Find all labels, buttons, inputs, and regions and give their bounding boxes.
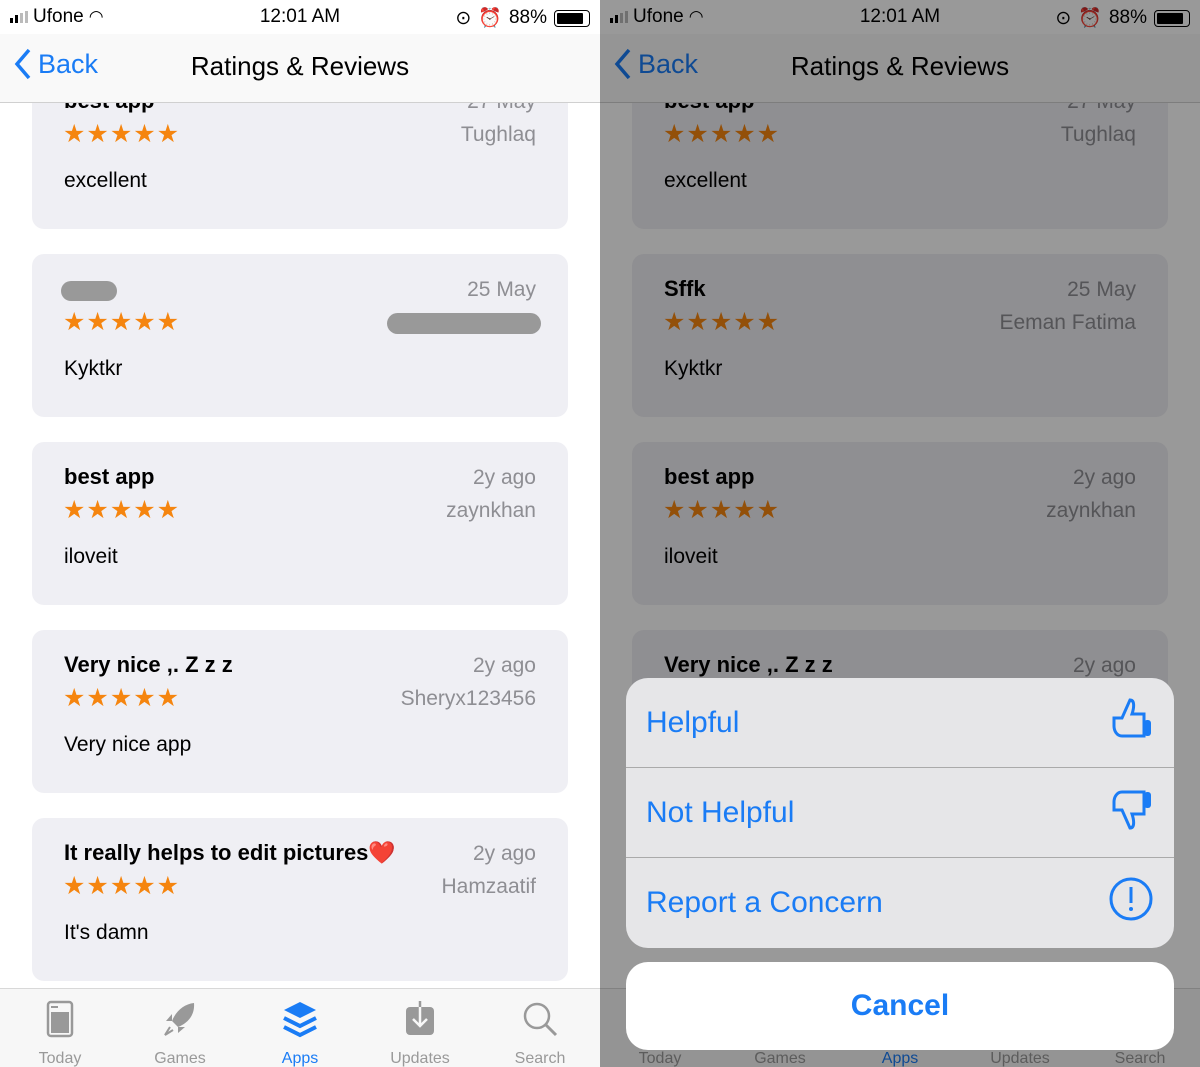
tab-today[interactable]: Today — [0, 989, 120, 1067]
tab-label: Search — [514, 1050, 566, 1067]
nav-bar: Back Ratings & Reviews — [0, 34, 600, 103]
action-label: Not Helpful — [646, 795, 795, 829]
review-card[interactable]: best app 27 May Tughlaq ★★★★★ excellent — [32, 103, 568, 229]
review-author: zaynkhan — [446, 499, 536, 522]
battery-percent: 88% — [508, 7, 547, 28]
apps-stack-icon — [280, 999, 320, 1050]
thumbs-up-icon — [1108, 696, 1154, 750]
today-icon — [40, 999, 80, 1050]
action-helpful[interactable]: Helpful — [626, 678, 1174, 768]
review-card[interactable]: best app 2y ago zaynkhan ★★★★★ iloveit — [32, 442, 568, 605]
search-icon — [520, 999, 560, 1050]
review-date: 2y ago — [472, 654, 536, 677]
review-author: Hamzaatif — [441, 875, 536, 898]
action-label: Report a Concern — [646, 886, 883, 919]
tab-games[interactable]: Games — [120, 989, 240, 1067]
download-icon — [400, 999, 440, 1050]
tab-label: Games — [154, 1050, 206, 1067]
review-body: Kyktkr — [64, 357, 123, 380]
star-rating: ★★★★★ — [63, 872, 181, 900]
left-screen: Ufone ◠ 12:01 AM ⊙ ⏰ 88% Back Ratings & R… — [0, 0, 600, 1067]
review-title: best app — [64, 464, 155, 489]
tab-updates[interactable]: Updates — [360, 989, 480, 1067]
review-card[interactable]: Very nice ,. Z z z 2y ago Sheryx123456 ★… — [32, 630, 568, 793]
review-date: 25 May — [467, 278, 536, 301]
tab-bar: Today Games Apps Updates Search — [0, 988, 600, 1067]
action-not-helpful[interactable]: Not Helpful — [626, 768, 1174, 858]
action-report-a-concern[interactable]: Report a Concern — [626, 858, 1174, 948]
review-date: 2y ago — [472, 842, 536, 865]
review-title: best app — [64, 103, 154, 114]
review-title: Very nice ,. Z z z — [64, 652, 233, 677]
review-date: 27 May — [467, 103, 536, 114]
reviews-list[interactable]: best app 27 May Tughlaq ★★★★★ excellent … — [0, 103, 600, 988]
review-author: Sheryx123456 — [400, 687, 536, 710]
review-body: iloveit — [64, 545, 118, 568]
review-card[interactable]: 25 May ★★★★★ Kyktkr — [32, 254, 568, 417]
star-rating: ★★★★★ — [63, 308, 181, 336]
review-body: excellent — [64, 169, 147, 192]
review-body: It's damn — [64, 921, 149, 944]
orientation-lock-icon: ⊙ — [455, 7, 472, 29]
page-title: Ratings & Reviews — [190, 51, 410, 81]
review-date: 2y ago — [472, 466, 536, 489]
tab-label: Apps — [281, 1050, 319, 1067]
review-author: Tughlaq — [460, 123, 536, 146]
action-label: Helpful — [646, 705, 740, 739]
star-rating: ★★★★★ — [63, 496, 181, 524]
alarm-icon: ⏰ — [478, 8, 502, 29]
exclamation-circle-icon — [1108, 876, 1154, 930]
tab-label: Updates — [390, 1050, 450, 1067]
cancel-button[interactable]: Cancel — [626, 962, 1174, 1050]
tab-search[interactable]: Search — [480, 989, 600, 1067]
redacted-author — [387, 313, 541, 334]
action-sheet: Helpful Not Helpful Report a Concern — [626, 678, 1174, 948]
star-rating: ★★★★★ — [63, 120, 181, 148]
tab-label: Today — [38, 1050, 82, 1067]
thumbs-down-icon — [1108, 786, 1154, 840]
redacted-title — [61, 281, 117, 301]
status-bar: Ufone ◠ 12:01 AM ⊙ ⏰ 88% — [0, 0, 600, 34]
rocket-icon — [160, 999, 200, 1050]
review-card[interactable]: It really helps to edit pictures❤️ 2y ag… — [32, 818, 568, 981]
tab-apps[interactable]: Apps — [240, 989, 360, 1067]
review-title: It really helps to edit pictures❤️ — [64, 840, 396, 865]
star-rating: ★★★★★ — [63, 684, 181, 712]
right-screen: Ufone ◠ 12:01 AM ⊙ ⏰ 88% Back Ratings & R… — [600, 0, 1200, 1067]
battery-icon — [554, 9, 590, 27]
review-body: Very nice app — [64, 733, 192, 756]
